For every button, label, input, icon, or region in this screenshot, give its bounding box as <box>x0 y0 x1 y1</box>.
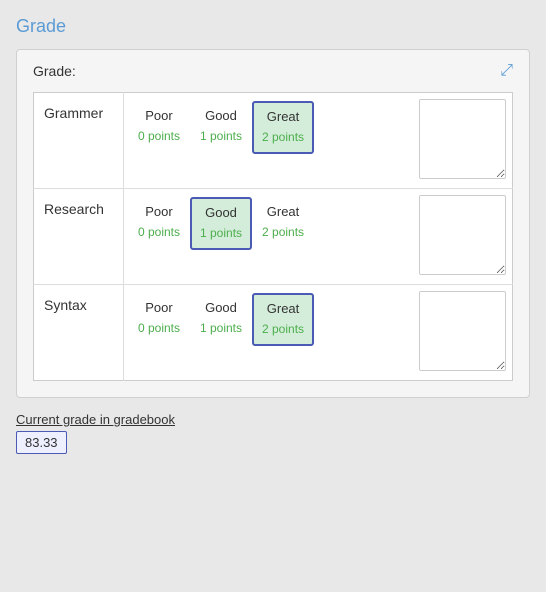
rubric-table: Grammer Poor 0 points Good 1 points Great 2 po… <box>33 92 513 381</box>
rubric-row: Grammer Poor 0 points Good 1 points Great 2 po… <box>34 93 513 189</box>
rating-points-2-0: 0 points <box>138 321 180 335</box>
rating-name-0-2: Great <box>267 109 300 124</box>
rating-box-1-1[interactable]: Good 1 points <box>190 197 252 250</box>
rating-name-2-2: Great <box>267 301 300 316</box>
rating-points-0-0: 0 points <box>138 129 180 143</box>
rating-box-0-0[interactable]: Poor 0 points <box>128 101 190 154</box>
rating-points-0-2: 2 points <box>262 130 304 144</box>
rating-points-1-1: 1 points <box>200 226 242 240</box>
rating-box-2-1[interactable]: Good 1 points <box>190 293 252 346</box>
comment-cell-0 <box>413 93 513 189</box>
grade-value-box: 83.33 <box>16 431 67 454</box>
rating-points-0-1: 1 points <box>200 129 242 143</box>
page-container: Grade Grade: ⤢ Grammer Poor 0 points Good 1 … <box>16 16 530 454</box>
criterion-cell-2: Syntax <box>34 285 124 381</box>
rubric-row: Research Poor 0 points Good 1 points Great 2 p… <box>34 189 513 285</box>
rating-name-1-1: Good <box>205 205 237 220</box>
grade-panel: Grade: ⤢ Grammer Poor 0 points Good 1 points… <box>16 49 530 398</box>
criterion-cell-1: Research <box>34 189 124 285</box>
comment-cell-1 <box>413 189 513 285</box>
current-grade-label: Current grade in gradebook <box>16 412 530 427</box>
rating-box-2-0[interactable]: Poor 0 points <box>128 293 190 346</box>
rubric-row: Syntax Poor 0 points Good 1 points Great 2 poi… <box>34 285 513 381</box>
ratings-cell-2: Poor 0 points Good 1 points Great 2 points <box>124 285 413 381</box>
criterion-cell-0: Grammer <box>34 93 124 189</box>
grade-label: Grade: <box>33 63 76 79</box>
rating-box-0-1[interactable]: Good 1 points <box>190 101 252 154</box>
rating-points-2-1: 1 points <box>200 321 242 335</box>
ratings-cell-1: Poor 0 points Good 1 points Great 2 points <box>124 189 413 285</box>
rating-name-0-0: Poor <box>145 108 172 123</box>
rating-box-2-2[interactable]: Great 2 points <box>252 293 314 346</box>
comment-cell-2 <box>413 285 513 381</box>
rating-box-0-2[interactable]: Great 2 points <box>252 101 314 154</box>
ratings-row-2: Poor 0 points Good 1 points Great 2 points <box>128 293 409 346</box>
page-title: Grade <box>16 16 530 37</box>
rating-name-1-0: Poor <box>145 204 172 219</box>
rating-name-2-1: Good <box>205 300 237 315</box>
comment-textarea-1[interactable] <box>419 195 507 275</box>
rating-points-1-2: 2 points <box>262 225 304 239</box>
rating-name-2-0: Poor <box>145 300 172 315</box>
grade-header: Grade: ⤢ <box>33 62 513 80</box>
expand-icon[interactable]: ⤢ <box>500 62 513 80</box>
rating-points-1-0: 0 points <box>138 225 180 239</box>
comment-textarea-2[interactable] <box>419 291 507 371</box>
ratings-row-1: Poor 0 points Good 1 points Great 2 points <box>128 197 409 250</box>
comment-textarea-0[interactable] <box>419 99 507 179</box>
rating-box-1-0[interactable]: Poor 0 points <box>128 197 190 250</box>
ratings-row-0: Poor 0 points Good 1 points Great 2 points <box>128 101 409 154</box>
ratings-cell-0: Poor 0 points Good 1 points Great 2 points <box>124 93 413 189</box>
rating-points-2-2: 2 points <box>262 322 304 336</box>
rating-name-1-2: Great <box>267 204 300 219</box>
current-grade-section: Current grade in gradebook 83.33 <box>16 412 530 454</box>
rating-box-1-2[interactable]: Great 2 points <box>252 197 314 250</box>
rating-name-0-1: Good <box>205 108 237 123</box>
